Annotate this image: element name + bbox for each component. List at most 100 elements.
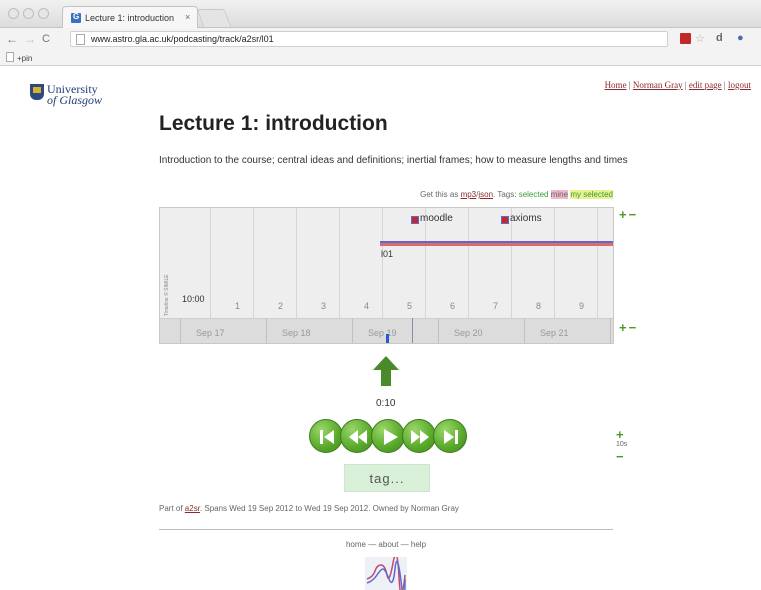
day-gridline [438, 318, 439, 343]
timeline[interactable]: 1 2 3 4 5 6 7 8 9 10:00 l01 moodle axioms Sep 17… [159, 207, 614, 344]
crest-icon [30, 84, 44, 100]
new-tab-button[interactable] [196, 9, 232, 27]
tag-moodle-icon[interactable] [411, 216, 419, 224]
footer-divider [159, 529, 613, 530]
json-link[interactable]: json [478, 190, 493, 199]
extension-d-icon[interactable]: d [716, 32, 723, 46]
fast-forward-icon [411, 430, 429, 444]
tag-button[interactable]: tag... [344, 464, 430, 492]
tab-close-icon[interactable]: × [185, 12, 190, 22]
series-link[interactable]: a2sr [185, 504, 200, 513]
hour-tick-label: 5 [407, 301, 413, 311]
hour-gridline [253, 208, 254, 318]
rewind-icon [349, 430, 367, 444]
day-label: Sep 18 [282, 328, 311, 338]
timeline-cursor[interactable] [386, 334, 389, 343]
hour-gridline [511, 208, 512, 318]
timeline-hour-zoom: +− [619, 207, 638, 222]
extension-red-icon[interactable] [680, 33, 691, 44]
university-logo[interactable]: University of Glasgow [30, 82, 110, 107]
get-prefix: Get this as [420, 190, 461, 199]
extension-lock-icon[interactable]: ● [737, 32, 744, 46]
scroll-to-now-arrow-icon[interactable] [373, 356, 399, 386]
logo-text-line2: of Glasgow [47, 93, 103, 107]
fast-forward-button[interactable] [402, 419, 436, 453]
day-label: Sep 21 [540, 328, 569, 338]
hour-gridline [425, 208, 426, 318]
skip-to-end-button[interactable] [433, 419, 467, 453]
back-arrow-icon[interactable]: ← [6, 32, 18, 46]
page-title: Lecture 1: introduction [159, 112, 388, 135]
skip-interval-label: 10s [616, 441, 628, 448]
download-and-tags: Get this as mp3/json. Tags: selected min… [420, 190, 613, 199]
browser-titlebar: Lecture 1: introduction × [0, 0, 761, 29]
tag-filter-mine[interactable]: mine [550, 190, 569, 199]
tag-axioms-label[interactable]: axioms [510, 213, 542, 224]
home-link[interactable]: Home [605, 80, 627, 90]
edit-page-link[interactable]: edit page [689, 80, 722, 90]
page-description: Introduction to the course; central idea… [159, 155, 628, 166]
part-of-suffix: . Spans Wed 19 Sep 2012 to Wed 19 Sep 20… [199, 504, 459, 513]
hour-tick-label: 2 [278, 301, 284, 311]
bookmark-pin[interactable]: +pin [6, 52, 32, 63]
window-minimize-button[interactable] [23, 8, 34, 19]
hour-tick-label: 9 [579, 301, 585, 311]
part-of-info: Part of a2sr. Spans Wed 19 Sep 2012 to W… [159, 504, 459, 513]
window-zoom-button[interactable] [38, 8, 49, 19]
day-marker-line [412, 318, 413, 343]
day-gridline [266, 318, 267, 343]
zoom-in-hours-button[interactable]: + [619, 207, 629, 222]
logout-link[interactable]: logout [728, 80, 751, 90]
track-event-bar[interactable] [380, 241, 613, 246]
track-event-label: l01 [381, 249, 394, 259]
top-links: Home | Norman Gray | edit page | logout [605, 80, 751, 90]
page-icon [76, 34, 85, 45]
hour-gridline [597, 208, 598, 318]
tag-moodle-label[interactable]: moodle [420, 213, 453, 224]
play-button[interactable] [371, 419, 405, 453]
star-icon[interactable]: ☆ [695, 32, 705, 46]
user-link[interactable]: Norman Gray [633, 80, 683, 90]
zoom-out-days-button[interactable]: − [629, 320, 639, 335]
reload-icon[interactable]: C [42, 33, 50, 45]
hour-gridline [210, 208, 211, 318]
skip-end-icon [444, 430, 458, 444]
timeline-credit: Timeline © SIMILE [164, 274, 170, 316]
day-gridline [610, 318, 611, 343]
tag-filter-selected[interactable]: selected [519, 190, 549, 199]
tab-title: Lecture 1: introduction [85, 13, 175, 23]
hour-gridline [468, 208, 469, 318]
address-url: www.astro.gla.ac.uk/podcasting/track/a2s… [91, 34, 274, 44]
hour-tick-label: 8 [536, 301, 542, 311]
zoom-in-days-button[interactable]: + [619, 320, 629, 335]
footer-links[interactable]: home — about — help [0, 540, 761, 549]
skip-decrease-button[interactable]: − [616, 449, 624, 464]
part-of-prefix: Part of [159, 504, 185, 513]
day-gridline [524, 318, 525, 343]
tag-axioms-icon[interactable] [501, 216, 509, 224]
forward-arrow-icon[interactable]: → [24, 32, 36, 46]
address-bar[interactable]: www.astro.gla.ac.uk/podcasting/track/a2s… [70, 31, 668, 47]
skip-increase-button[interactable]: + [616, 427, 624, 442]
day-label: Sep 19 [368, 328, 397, 338]
browser-tab[interactable]: Lecture 1: introduction × [62, 6, 198, 29]
day-label: Sep 17 [196, 328, 225, 338]
hour-gridline [296, 208, 297, 318]
window-close-button[interactable] [8, 8, 19, 19]
day-gridline [352, 318, 353, 343]
waveform-logo-icon [365, 557, 407, 590]
skip-to-start-button[interactable] [309, 419, 343, 453]
tag-filter-my-selected[interactable]: my selected [570, 190, 613, 199]
day-gridline [180, 318, 181, 343]
site-favicon-icon [71, 12, 81, 23]
hour-tick-label: 4 [364, 301, 370, 311]
browser-toolbar: ← → C www.astro.gla.ac.uk/podcasting/tra… [0, 28, 761, 50]
play-icon [384, 429, 398, 445]
zoom-out-hours-button[interactable]: − [629, 207, 639, 222]
hour-tick-label: 7 [493, 301, 499, 311]
rewind-button[interactable] [340, 419, 374, 453]
skip-start-icon [320, 430, 334, 444]
mp3-link[interactable]: mp3 [461, 190, 477, 199]
timeline-day-zoom: +− [619, 320, 638, 335]
tags-prefix: . Tags: [493, 190, 519, 199]
